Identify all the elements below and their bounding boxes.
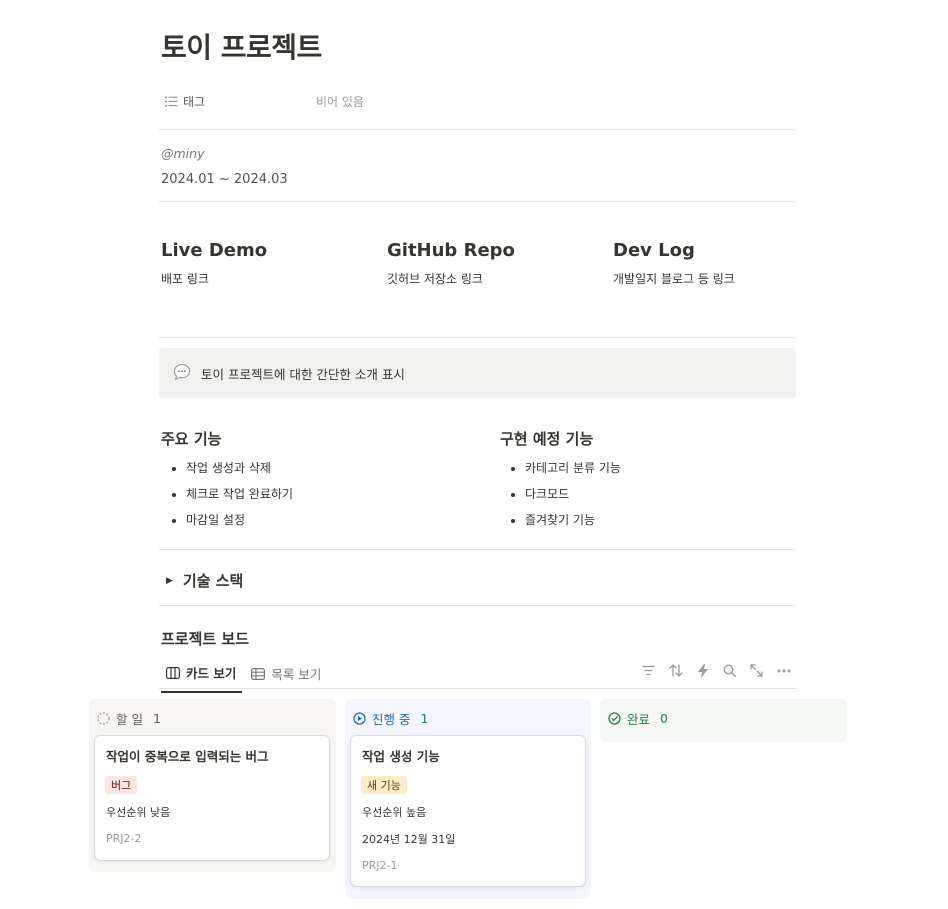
board-view-icon <box>166 666 180 679</box>
property-tags[interactable]: 태그 비어 있음 <box>161 90 796 112</box>
link-title: GitHub Repo <box>387 240 515 261</box>
card-title: 작업이 중복으로 입력되는 버그 <box>106 749 269 764</box>
link-live-demo[interactable]: Live Demo 배포 링크 <box>161 240 267 287</box>
link-subtitle: 배포 링크 <box>161 272 209 286</box>
column-header[interactable]: 완료 0 <box>608 709 668 728</box>
list-icon <box>165 96 178 107</box>
automation-icon[interactable] <box>694 662 711 679</box>
status-done-icon <box>608 712 621 725</box>
status-not-started-icon <box>97 712 110 725</box>
divider <box>159 688 796 689</box>
card-priority: 우선순위 낮음 <box>106 806 171 819</box>
tag-new-feature: 새 기능 <box>361 776 407 794</box>
status-in-progress-icon <box>353 712 366 725</box>
author-mention[interactable]: @miny <box>161 146 204 161</box>
main-features: 주요 기능 작업 생성과 삭제 체크로 작업 완료하기 마감일 설정 <box>161 428 293 533</box>
triangle-right-icon[interactable]: ▶ <box>166 576 173 586</box>
board-toolbar <box>640 662 792 679</box>
column-header[interactable]: 할 일 1 <box>97 709 161 728</box>
search-icon[interactable] <box>721 662 738 679</box>
list-item: 마감일 설정 <box>186 507 293 533</box>
toggle-tech-stack[interactable]: ▶ 기술 스택 <box>166 570 243 591</box>
feature-list: 작업 생성과 삭제 체크로 작업 완료하기 마감일 설정 <box>161 455 293 533</box>
property-name: 태그 <box>165 93 205 110</box>
property-label: 태그 <box>183 95 206 109</box>
board-column-done: 완료 0 <box>600 699 847 742</box>
divider <box>159 605 796 606</box>
property-value[interactable]: 비어 있음 <box>316 93 364 110</box>
link-dev-log[interactable]: Dev Log 개발일지 블로그 등 링크 <box>613 240 735 287</box>
tab-label: 카드 보기 <box>186 666 237 681</box>
planned-features: 구현 예정 기능 카테고리 분류 기능 다크모드 즐겨찾기 기능 <box>500 428 621 533</box>
project-period: 2024.01 ~ 2024.03 <box>161 172 288 187</box>
link-subtitle: 깃허브 저장소 링크 <box>387 272 483 286</box>
speech-bubble-icon <box>173 363 191 381</box>
callout: 토이 프로젝트에 대한 간단한 소개 표시 <box>159 348 796 398</box>
feature-list: 카테고리 분류 기능 다크모드 즐겨찾기 기능 <box>500 455 621 533</box>
toggle-title: 기술 스택 <box>182 572 244 590</box>
list-item: 즐겨찾기 기능 <box>525 507 621 533</box>
filter-icon[interactable] <box>640 662 657 679</box>
divider <box>159 549 796 550</box>
page-title: 토이 프로젝트 <box>161 31 322 64</box>
column-header[interactable]: 진행 중 1 <box>353 709 428 728</box>
card-priority: 우선순위 높음 <box>362 806 427 819</box>
list-item: 체크로 작업 완료하기 <box>186 481 293 507</box>
card-id: PRJ2-2 <box>106 832 142 845</box>
list-item: 작업 생성과 삭제 <box>186 455 293 481</box>
link-title: Dev Log <box>613 240 695 261</box>
board-card[interactable]: 작업이 중복으로 입력되는 버그 버그 우선순위 낮음 PRJ2-2 <box>95 736 329 860</box>
tab-label: 목록 보기 <box>271 667 322 682</box>
column-count: 0 <box>660 711 668 726</box>
link-title: Live Demo <box>161 240 268 261</box>
board-column-todo: 할 일 1 작업이 중복으로 입력되는 버그 버그 우선순위 낮음 PRJ2-2 <box>89 699 336 872</box>
divider <box>159 337 796 338</box>
list-item: 다크모드 <box>525 481 621 507</box>
tag-bug: 버그 <box>105 776 138 794</box>
more-icon[interactable] <box>775 662 792 679</box>
card-id: PRJ2-1 <box>362 859 398 872</box>
card-title: 작업 생성 기능 <box>362 749 440 764</box>
column-count: 1 <box>152 711 161 726</box>
column-name: 진행 중 <box>372 712 411 727</box>
section-heading: 주요 기능 <box>161 430 222 448</box>
column-name: 할 일 <box>116 712 143 727</box>
section-heading: 구현 예정 기능 <box>500 430 594 448</box>
card-due-date: 2024년 12월 31일 <box>362 833 456 846</box>
table-view-icon <box>251 667 266 680</box>
board-column-in-progress: 진행 중 1 작업 생성 기능 새 기능 우선순위 높음 2024년 12월 3… <box>345 699 591 899</box>
board-title: 프로젝트 보드 <box>161 630 250 648</box>
link-github-repo[interactable]: GitHub Repo 깃허브 저장소 링크 <box>387 240 515 287</box>
column-count: 1 <box>420 711 429 726</box>
board-card[interactable]: 작업 생성 기능 새 기능 우선순위 높음 2024년 12월 31일 PRJ2… <box>351 736 585 886</box>
divider <box>159 129 796 130</box>
column-name: 완료 <box>627 712 651 727</box>
link-subtitle: 개발일지 블로그 등 링크 <box>613 272 735 286</box>
divider <box>159 201 796 202</box>
expand-icon[interactable] <box>748 662 765 679</box>
sort-icon[interactable] <box>667 662 684 679</box>
list-item: 카테고리 분류 기능 <box>525 455 621 481</box>
callout-text: 토이 프로젝트에 대한 간단한 소개 표시 <box>201 367 405 382</box>
